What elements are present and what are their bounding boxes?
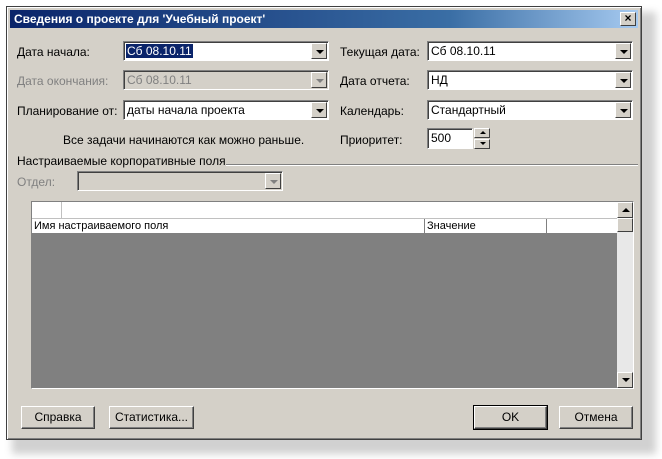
- finish-date-dropdown-button: [311, 72, 327, 88]
- cancel-button[interactable]: Отмена: [559, 406, 633, 429]
- grid-corner-cell: [32, 202, 62, 219]
- department-label: Отдел:: [17, 175, 56, 189]
- status-date-dropdown-button[interactable]: [615, 72, 631, 88]
- start-date-label: Дата начала:: [17, 45, 90, 59]
- schedule-from-combobox[interactable]: даты начала проекта: [123, 100, 329, 120]
- close-button[interactable]: ×: [620, 12, 636, 26]
- grid-vertical-scrollbar[interactable]: [617, 202, 633, 388]
- priority-value: 500: [431, 131, 452, 145]
- start-date-dropdown-button[interactable]: [311, 43, 327, 59]
- column-header-field-name[interactable]: Имя настраиваемого поля: [32, 219, 425, 234]
- status-date-value: НД: [431, 73, 448, 87]
- priority-input[interactable]: 500: [427, 128, 473, 149]
- ok-button[interactable]: OK: [473, 405, 548, 430]
- priority-spinner[interactable]: [474, 128, 490, 149]
- column-header-blank: [547, 219, 617, 234]
- schedule-from-label: Планирование от:: [17, 104, 118, 118]
- start-date-value[interactable]: Сб 08.10.11: [126, 44, 193, 58]
- schedule-from-value: даты начала проекта: [127, 103, 245, 117]
- group-divider: [226, 164, 638, 166]
- project-info-dialog: Сведения о проекте для 'Учебный проект' …: [6, 6, 642, 440]
- statistics-button[interactable]: Статистика...: [109, 406, 194, 429]
- finish-date-combobox: Сб 08.10.11: [123, 70, 329, 90]
- calendar-dropdown-button[interactable]: [615, 102, 631, 118]
- current-date-value: Сб 08.10.11: [431, 44, 496, 58]
- current-date-dropdown-button[interactable]: [615, 43, 631, 59]
- finish-date-label: Дата окончания:: [17, 74, 109, 88]
- scroll-up-icon[interactable]: [617, 202, 633, 218]
- department-combobox: [77, 171, 283, 191]
- current-date-combobox[interactable]: Сб 08.10.11: [427, 41, 633, 61]
- spin-up-icon[interactable]: [474, 128, 490, 138]
- start-date-combobox[interactable]: Сб 08.10.11: [123, 41, 329, 61]
- status-date-combobox[interactable]: НД: [427, 70, 633, 90]
- status-date-label: Дата отчета:: [340, 74, 410, 88]
- custom-fields-grid[interactable]: Имя настраиваемого поля Значение: [31, 201, 634, 389]
- department-dropdown-button: [265, 173, 281, 189]
- calendar-combobox[interactable]: Стандартный: [427, 100, 633, 120]
- schedule-note: Все задачи начинаются как можно раньше.: [63, 133, 305, 147]
- scroll-down-icon[interactable]: [617, 372, 633, 388]
- calendar-value: Стандартный: [431, 103, 506, 117]
- dialog-title: Сведения о проекте для 'Учебный проект': [14, 12, 266, 26]
- close-icon: ×: [624, 11, 632, 25]
- grid-edit-row[interactable]: [62, 202, 617, 219]
- title-bar[interactable]: Сведения о проекте для 'Учебный проект' …: [10, 10, 638, 28]
- scroll-thumb[interactable]: [617, 218, 633, 232]
- spin-down-icon[interactable]: [474, 139, 490, 149]
- help-button[interactable]: Справка: [21, 406, 95, 429]
- column-header-value[interactable]: Значение: [425, 219, 547, 234]
- custom-fields-group-title: Настраиваемые корпоративные поля: [17, 154, 226, 168]
- priority-label: Приоритет:: [340, 133, 403, 147]
- finish-date-value: Сб 08.10.11: [127, 73, 192, 87]
- current-date-label: Текущая дата:: [340, 45, 420, 59]
- calendar-label: Календарь:: [340, 104, 404, 118]
- schedule-from-dropdown-button[interactable]: [311, 102, 327, 118]
